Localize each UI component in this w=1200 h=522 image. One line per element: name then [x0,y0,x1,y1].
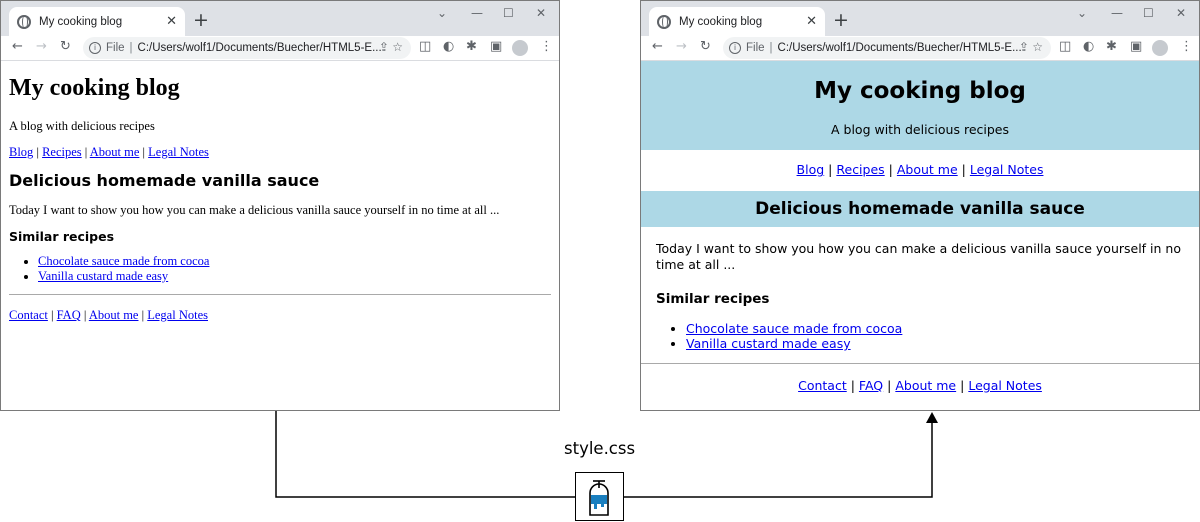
arrow-head [926,412,938,423]
input-connector [275,411,575,498]
output-connector [624,422,933,498]
css-file-icon [589,480,609,516]
stylesheet-label: style.css [564,439,636,458]
css-file-node [575,472,624,521]
